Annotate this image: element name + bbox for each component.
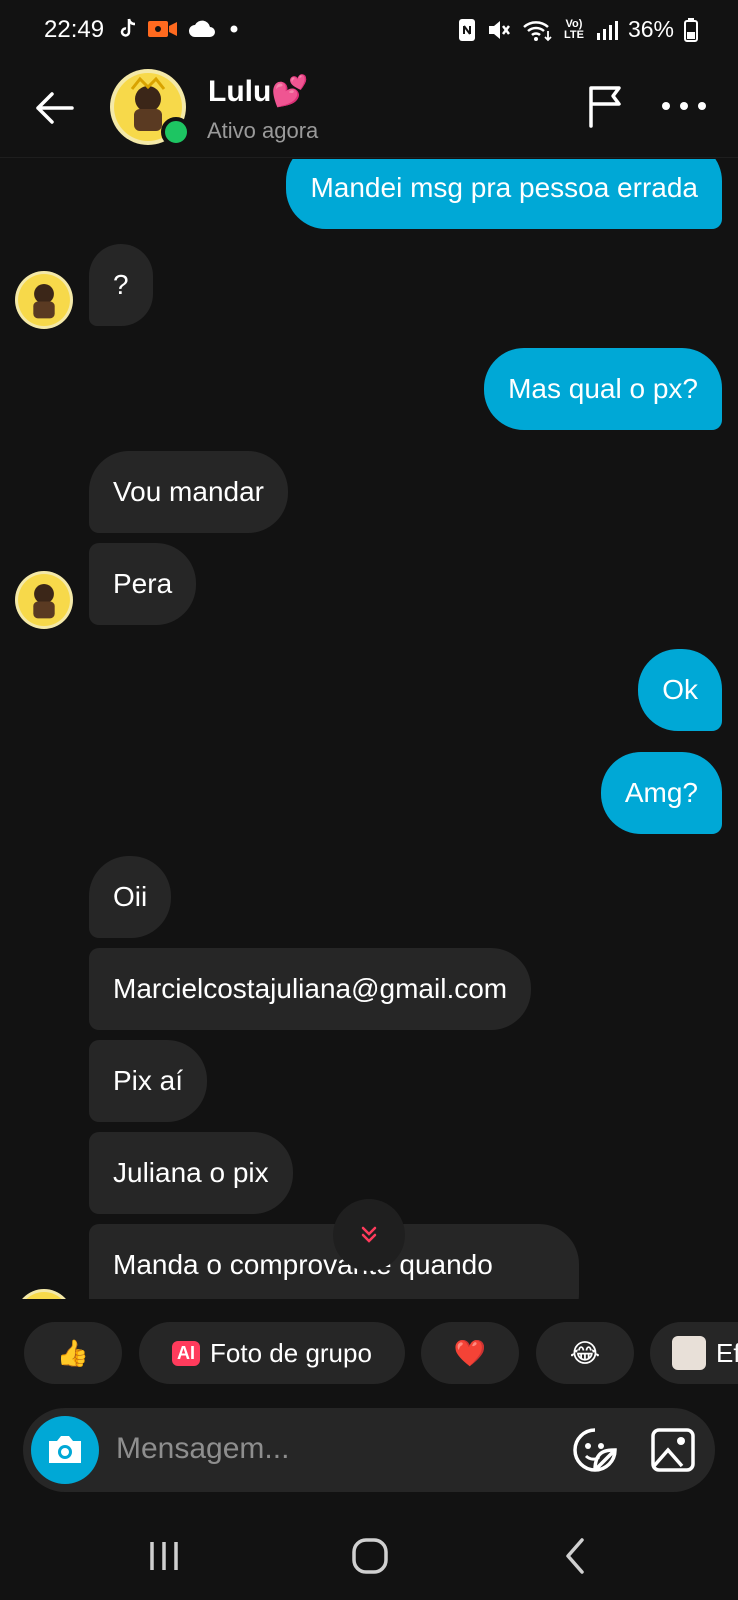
- message-received[interactable]: Oii: [89, 856, 172, 938]
- message-received[interactable]: Vou mandar: [89, 451, 288, 533]
- message-sent[interactable]: Mas qual o px?: [484, 348, 722, 430]
- message-sent[interactable]: Mandei msg pra pessoa errada: [286, 159, 722, 229]
- quick-reply-chef[interactable]: Ef: [650, 1322, 738, 1384]
- message-received[interactable]: Juliana o pix: [89, 1132, 293, 1214]
- chef-avatar-icon: [672, 1336, 706, 1370]
- message-received[interactable]: Pix aí: [89, 1040, 208, 1122]
- nfc-icon: [458, 18, 475, 41]
- double-chevron-down-icon: [361, 1226, 377, 1243]
- tiktok-icon: [120, 18, 136, 37]
- wifi-icon: [523, 20, 552, 41]
- system-nav-bar: [0, 1512, 738, 1600]
- flag-icon[interactable]: [583, 82, 631, 130]
- cloud-icon: [189, 20, 215, 37]
- thumbs-up-icon: 👍: [56, 1337, 90, 1368]
- mute-icon: [488, 20, 510, 39]
- sender-avatar[interactable]: [15, 571, 73, 629]
- signal-icon: [596, 20, 618, 40]
- quick-reply-heart[interactable]: ❤️: [421, 1322, 519, 1384]
- battery-percent: 36%: [627, 16, 674, 42]
- quick-reply-label: Foto de grupo: [210, 1337, 372, 1368]
- message-sent[interactable]: Amg?: [600, 752, 722, 834]
- scroll-to-bottom-button[interactable]: [333, 1199, 405, 1271]
- battery-icon: [684, 17, 698, 42]
- status-bar: 22:49 Vo) LTE 36%: [0, 0, 738, 60]
- camera-button[interactable]: [31, 1416, 99, 1484]
- quick-reply-label: Ef: [716, 1337, 738, 1368]
- home-icon[interactable]: [346, 1536, 394, 1576]
- message-received[interactable]: Marcielcostajuliana@gmail.com: [89, 948, 532, 1030]
- recent-apps-icon[interactable]: [140, 1536, 188, 1576]
- online-indicator: [161, 117, 191, 147]
- sender-avatar[interactable]: [15, 271, 73, 329]
- quick-replies: 👍 AI Foto de grupo ❤️ 😂 Ef: [0, 1322, 738, 1384]
- back-nav-icon[interactable]: [552, 1536, 600, 1576]
- message-composer: Mensagem...: [23, 1408, 715, 1492]
- gallery-icon[interactable]: [649, 1426, 697, 1474]
- contact-name[interactable]: Lulu💕: [208, 74, 309, 109]
- message-list[interactable]: Mandei msg pra pessoa errada ? Mas qual …: [0, 159, 738, 1299]
- sticker-icon[interactable]: [571, 1426, 619, 1474]
- message-received[interactable]: Pera: [89, 543, 197, 625]
- more-options-icon[interactable]: [660, 96, 708, 116]
- ai-badge-icon: AI: [172, 1340, 201, 1366]
- heart-icon: ❤️: [453, 1337, 487, 1368]
- status-time: 22:49: [44, 16, 105, 43]
- quick-reply-group-photo[interactable]: AI Foto de grupo: [139, 1322, 405, 1384]
- contact-status: Ativo agora: [207, 118, 319, 143]
- laughing-face-icon: 😂: [569, 1337, 601, 1368]
- sender-avatar[interactable]: [15, 1289, 73, 1299]
- camera-icon: [49, 1436, 81, 1463]
- screen-record-icon: [148, 21, 177, 37]
- message-sent[interactable]: Ok: [638, 649, 722, 731]
- chat-header: Lulu💕 Ativo agora: [0, 62, 738, 158]
- dot-icon: [230, 25, 238, 33]
- network-type: Vo) LTE: [563, 17, 584, 41]
- quick-reply-laughing[interactable]: 😂: [536, 1322, 634, 1384]
- back-arrow-icon[interactable]: [30, 84, 78, 132]
- quick-reply-thumbs-up[interactable]: 👍: [24, 1322, 122, 1384]
- message-received[interactable]: ?: [89, 244, 153, 326]
- message-input[interactable]: Mensagem...: [116, 1432, 289, 1466]
